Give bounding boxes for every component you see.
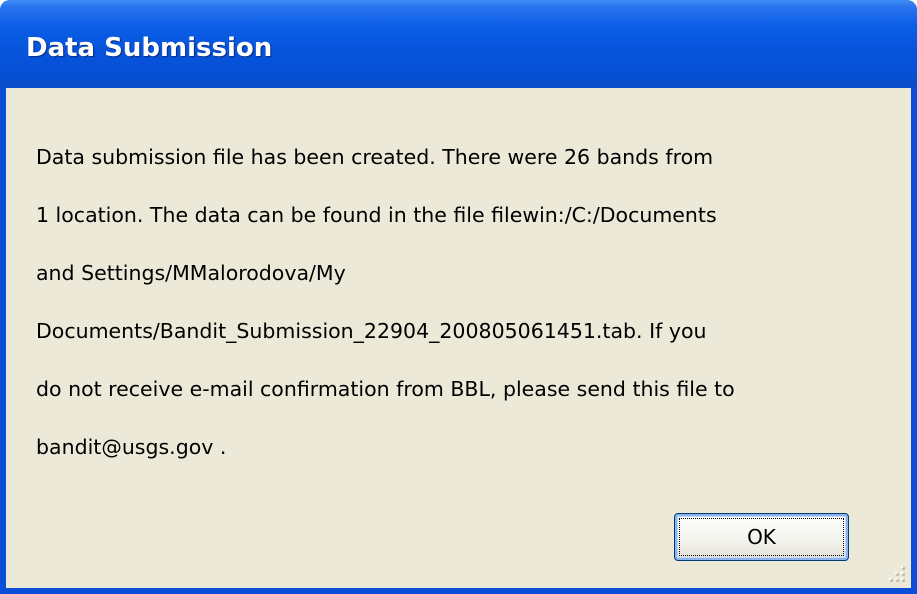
ok-button-label: OK: [747, 525, 776, 549]
message-line: bandit@usgs.gov .: [36, 435, 227, 459]
message-line: Data submission file has been created. T…: [36, 145, 714, 169]
message-line: Documents/Bandit_Submission_22904_200805…: [36, 319, 707, 343]
message-text: Data submission file has been created. T…: [36, 114, 898, 462]
message-line: 1 location. The data can be found in the…: [36, 203, 717, 227]
window-title: Data Submission: [26, 33, 273, 63]
dialog-body: Data submission file has been created. T…: [6, 88, 911, 588]
title-bar[interactable]: Data Submission: [0, 0, 917, 88]
resize-grip-icon[interactable]: [885, 562, 907, 584]
message-line: and Settings/MMalorodova/My: [36, 261, 346, 285]
message-line: do not receive e-mail confirmation from …: [36, 377, 735, 401]
ok-button[interactable]: OK: [674, 513, 849, 561]
dialog-window: Data Submission Data submission file has…: [0, 0, 917, 594]
